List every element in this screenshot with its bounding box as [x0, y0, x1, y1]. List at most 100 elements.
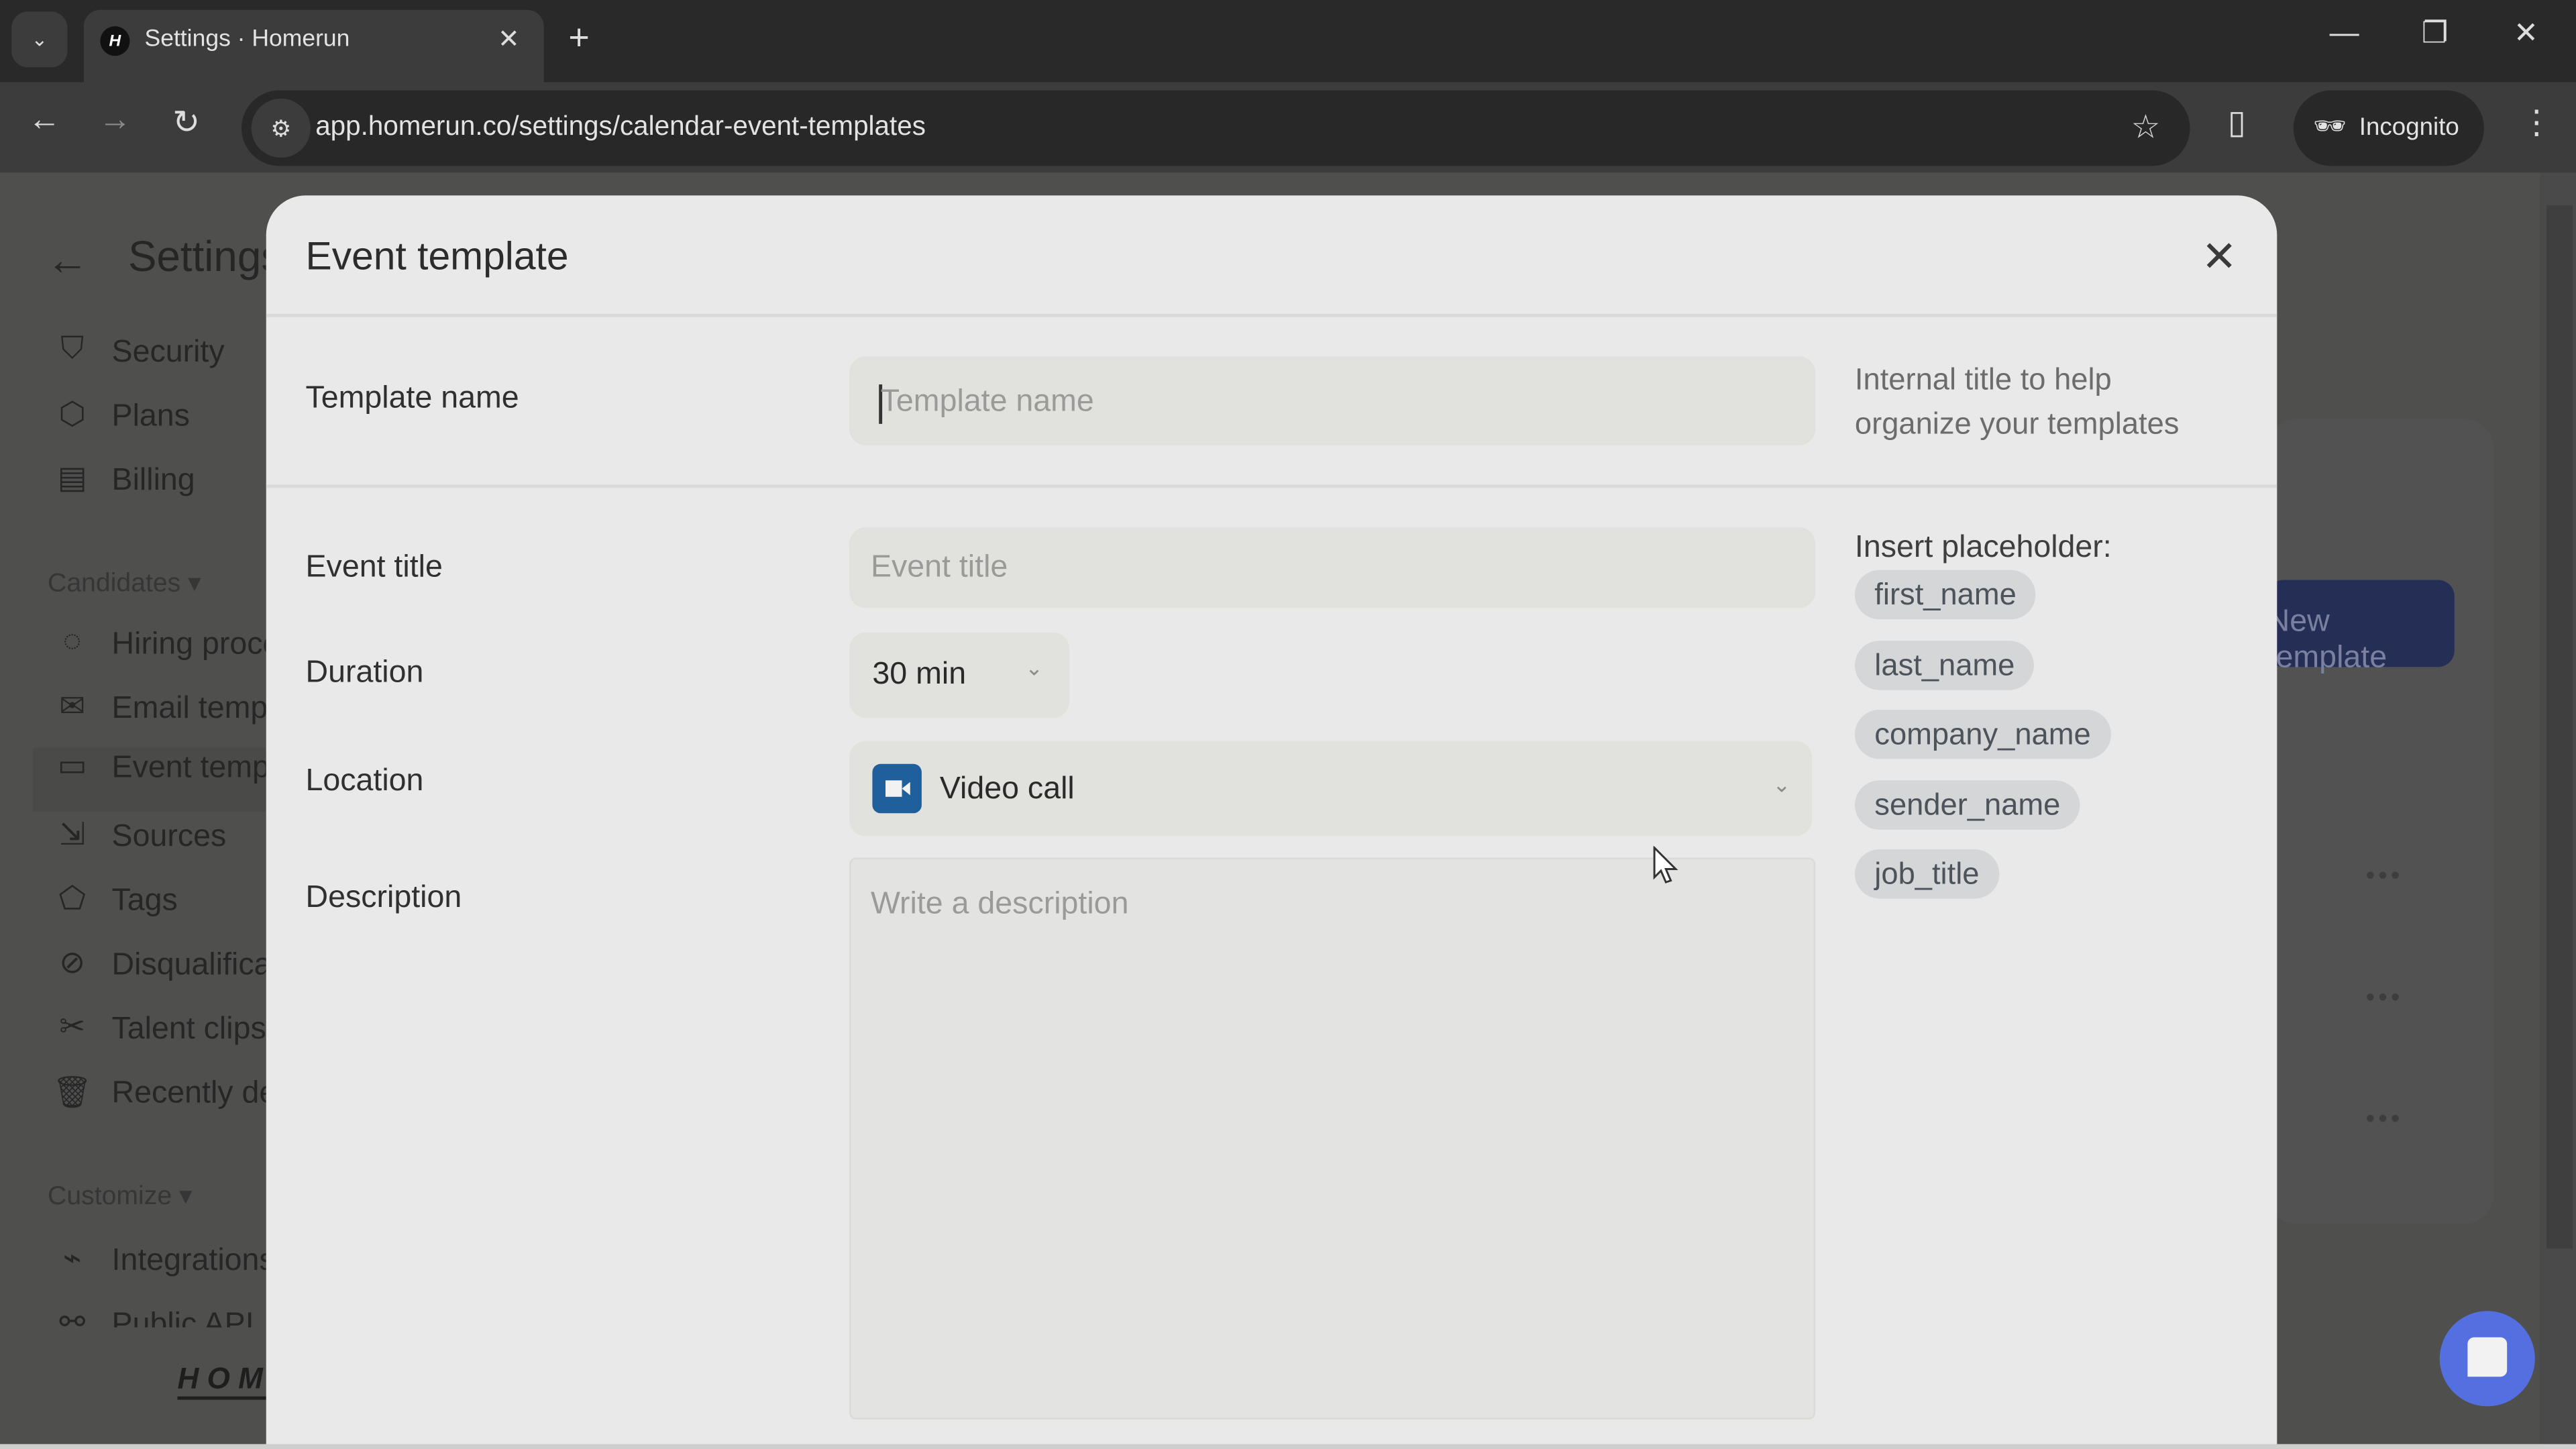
new-tab-button[interactable]: + — [568, 16, 589, 59]
chevron-down-icon: ⌄ — [1772, 772, 1791, 797]
settings-title: Settings — [128, 231, 283, 281]
sidebar-item-label: Security — [111, 335, 225, 370]
window-close-icon[interactable]: ✕ — [2514, 16, 2538, 50]
chevron-down-icon: ⌄ — [31, 28, 48, 51]
homerun-favicon-icon: H — [100, 26, 130, 56]
sidebar-item-tags[interactable]: ⬠ Tags — [49, 881, 279, 930]
placeholder-chip-first-name[interactable]: first_name — [1854, 570, 2037, 620]
templates-card-backdrop — [2267, 419, 2494, 1224]
sidebar-item-talent-clips[interactable]: ✂ Talent clips — [49, 1009, 279, 1058]
new-template-label: New template — [2267, 604, 2387, 676]
calendar-icon: ▭ — [57, 749, 87, 784]
ban-icon: ⊘ — [59, 946, 86, 981]
site-info-icon[interactable]: ⚙ — [251, 98, 311, 158]
row-menu-icon[interactable]: ••• — [2366, 1106, 2404, 1135]
placeholder-chip-last-name[interactable]: last_name — [1854, 641, 2035, 690]
browser-titlebar: ⌄ H Settings · Homerun ✕ + — ❐ ✕ — [0, 0, 2576, 83]
section-customize[interactable]: Customize ▾ — [48, 1179, 193, 1212]
incognito-label: Incognito — [2359, 113, 2459, 142]
incognito-icon: 🕶 — [2313, 113, 2347, 142]
shield-star-icon: ⛉ — [60, 331, 85, 367]
tab-search-button[interactable]: ⌄ — [11, 11, 68, 68]
close-icon[interactable]: ✕ — [2202, 231, 2237, 282]
insert-placeholder-title: Insert placeholder: — [1854, 531, 2112, 566]
tab-close-icon[interactable]: ✕ — [498, 23, 520, 56]
header-divider — [266, 313, 2277, 317]
sidebar-item-hiring-process[interactable]: ◌ Hiring process — [49, 625, 311, 674]
back-arrow-icon[interactable]: ← — [46, 235, 89, 286]
sidebar-item-public-api[interactable]: ⚯ Public API — [49, 1305, 279, 1328]
plug-icon: ⌁ — [62, 1242, 82, 1277]
placeholder-chip-sender-name[interactable]: sender_name — [1854, 780, 2080, 830]
modal-title: Event template — [305, 235, 569, 280]
video-camera-icon — [872, 763, 922, 814]
new-template-button[interactable]: New template — [2267, 580, 2455, 676]
template-name-label: Template name — [305, 381, 519, 416]
location-value: Video call — [939, 772, 1075, 807]
sidebar-item-event-templates[interactable]: ▭ Event templates — [32, 747, 335, 812]
bottom-edge — [0, 1444, 2576, 1449]
sidebar-item-label: Plans — [111, 399, 190, 434]
sidebar-item-plans[interactable]: ⬡ Plans — [49, 396, 279, 445]
section-divider — [266, 484, 2277, 488]
api-icon: ⚯ — [59, 1305, 86, 1328]
location-label: Location — [305, 763, 424, 799]
box-icon: ⬡ — [58, 397, 87, 433]
template-name-input[interactable]: Template name — [849, 356, 1816, 445]
hint-line: organize your templates — [1854, 405, 2180, 441]
sources-icon: ⇲ — [59, 818, 86, 853]
sidebar-item-label: Billing — [111, 463, 195, 498]
description-label: Description — [305, 880, 462, 916]
side-panel-icon[interactable]: ▯ — [2228, 102, 2246, 143]
sidebar-item-label: Sources — [111, 820, 227, 855]
row-menu-icon[interactable]: ••• — [2366, 984, 2404, 1014]
location-select[interactable]: Video call ⌄ — [849, 741, 1813, 837]
placeholder-chip-company-name[interactable]: company_name — [1854, 709, 2111, 759]
sidebar-item-sources[interactable]: ⇲ Sources — [49, 816, 279, 865]
sidebar-item-recently-deleted[interactable]: 🗑 Recently deleted — [49, 1073, 344, 1122]
chevron-down-icon: ⌄ — [1025, 655, 1043, 680]
incognito-indicator[interactable]: 🕶 Incognito — [2293, 90, 2484, 166]
forward-icon[interactable]: → — [99, 102, 131, 140]
sidebar-item-label: Integrations — [111, 1243, 275, 1279]
chat-icon — [2467, 1337, 2508, 1377]
sidebar-item-disqualification[interactable]: ⊘Disqualification reasons — [49, 945, 441, 994]
description-textarea[interactable]: Write a description — [849, 857, 1816, 1419]
event-template-modal: Event template ✕ Template name Template … — [266, 195, 2277, 1449]
page-scrollbar-thumb[interactable] — [2546, 205, 2573, 1249]
bookmark-star-icon[interactable]: ☆ — [2131, 107, 2161, 148]
sidebar-item-email-templates[interactable]: ✉ Email templates — [49, 688, 333, 737]
address-bar[interactable]: ⚙ app.homerun.co/settings/calendar-event… — [241, 90, 2190, 166]
sidebar-item-label: Public API — [111, 1307, 254, 1328]
sidebar-item-integrations[interactable]: ⌁ Integrations — [49, 1240, 279, 1289]
duration-label: Duration — [305, 655, 424, 690]
placeholder-chip-job-title[interactable]: job_title — [1854, 849, 1999, 899]
sidebar-item-billing[interactable]: ▤ Billing — [49, 460, 279, 509]
chat-support-button[interactable] — [2439, 1311, 2535, 1407]
duration-value: 30 min — [872, 657, 967, 692]
reload-icon[interactable]: ↻ — [172, 102, 200, 143]
envelope-icon: ✉ — [59, 690, 86, 725]
event-title-input[interactable]: Event title — [849, 527, 1816, 608]
browser-toolbar: ← → ↻ ⚙ app.homerun.co/settings/calendar… — [0, 82, 2576, 173]
trash-icon: 🗑 — [52, 1076, 93, 1111]
template-name-hint: Internal title to help organize your tem… — [1855, 356, 2180, 445]
url-text[interactable]: app.homerun.co/settings/calendar-event-t… — [315, 112, 926, 144]
row-menu-icon[interactable]: ••• — [2366, 863, 2404, 892]
tab-title: Settings · Homerun — [144, 26, 350, 53]
restore-icon[interactable]: ❐ — [2422, 16, 2449, 50]
tag-icon: ⬠ — [58, 882, 86, 917]
receipt-icon: ▤ — [57, 462, 87, 496]
browser-tab[interactable]: H Settings · Homerun ✕ — [83, 9, 544, 83]
sidebar-item-label: Talent clips — [111, 1012, 266, 1047]
browser-menu-icon[interactable]: ⋮ — [2520, 102, 2553, 143]
section-candidates[interactable]: Candidates ▾ — [48, 567, 201, 600]
back-icon[interactable]: ← — [28, 102, 61, 140]
template-name-placeholder: Template name — [880, 384, 1094, 419]
hint-line: Internal title to help — [1854, 361, 2112, 396]
minimize-icon[interactable]: — — [2330, 16, 2359, 50]
description-placeholder: Write a description — [870, 887, 1129, 922]
event-title-placeholder: Event title — [870, 550, 1008, 585]
sidebar-item-security[interactable]: ⛉ Security — [49, 332, 279, 381]
duration-select[interactable]: 30 min ⌄ — [849, 632, 1070, 718]
